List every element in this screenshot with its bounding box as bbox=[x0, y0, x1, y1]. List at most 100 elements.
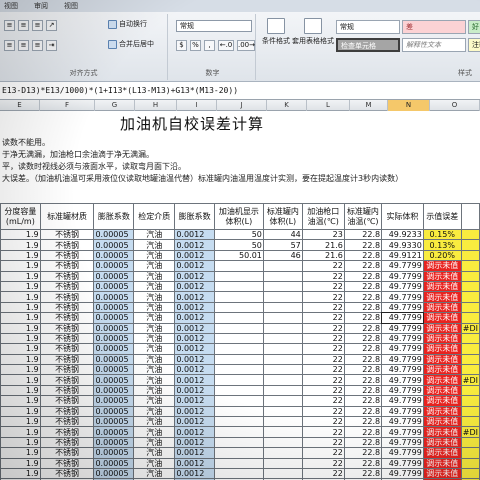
table-cell[interactable]: 46 bbox=[262, 249, 303, 262]
table-cell[interactable]: 调示未值 bbox=[422, 426, 462, 438]
table-cell[interactable]: 汽油 bbox=[133, 343, 176, 355]
table-cell[interactable]: 1.9 bbox=[0, 322, 41, 334]
table-cell[interactable] bbox=[262, 395, 303, 407]
table-cell[interactable]: 不锈钢 bbox=[39, 322, 95, 334]
table-cell[interactable] bbox=[262, 384, 303, 397]
table-cell[interactable]: 0.00005 bbox=[93, 312, 135, 324]
table-cell[interactable]: 50.01 bbox=[213, 249, 264, 262]
column-header-k[interactable]: K bbox=[267, 100, 307, 111]
table-cell[interactable]: 0.00005 bbox=[93, 270, 135, 282]
table-cell[interactable] bbox=[262, 291, 303, 303]
table-cell[interactable]: 49.7799 bbox=[381, 405, 424, 418]
table-cell[interactable]: 调示未值 bbox=[422, 332, 462, 345]
table-cell[interactable]: 不锈钢 bbox=[39, 467, 95, 480]
table-cell[interactable]: 22 bbox=[301, 322, 345, 334]
table-cell[interactable]: 汽油 bbox=[133, 260, 176, 272]
table-cell[interactable]: 1.9 bbox=[0, 228, 41, 241]
table-cell[interactable]: 调示未值 bbox=[422, 291, 462, 303]
currency-icon[interactable]: $ bbox=[176, 40, 187, 51]
table-cell[interactable]: 22 bbox=[301, 291, 345, 303]
table-cell[interactable]: 0.0012 bbox=[174, 447, 215, 459]
table-cell[interactable]: 22.8 bbox=[343, 260, 383, 272]
table-cell[interactable]: 汽油 bbox=[133, 436, 176, 449]
column-header-cell[interactable]: 示值误差 bbox=[422, 203, 462, 230]
table-cell[interactable] bbox=[460, 249, 480, 262]
table-cell[interactable] bbox=[262, 457, 303, 470]
table-cell[interactable]: 1.9 bbox=[0, 364, 41, 376]
table-cell[interactable]: 0.0012 bbox=[174, 374, 215, 386]
table-cell[interactable]: 22.8 bbox=[343, 301, 383, 314]
table-cell[interactable]: 0.00005 bbox=[93, 291, 135, 303]
table-cell[interactable]: 49.7799 bbox=[381, 416, 424, 428]
table-cell[interactable]: 调示未值 bbox=[422, 457, 462, 470]
table-cell[interactable] bbox=[460, 416, 480, 428]
table-cell[interactable]: 22 bbox=[301, 270, 345, 282]
column-header-l[interactable]: L bbox=[307, 100, 350, 111]
table-cell[interactable]: 调示未值 bbox=[422, 395, 462, 407]
table-format-button[interactable]: 套用表格格式 bbox=[292, 18, 334, 46]
table-cell[interactable]: 不锈钢 bbox=[39, 228, 95, 241]
column-header-o[interactable]: O bbox=[430, 100, 480, 111]
table-cell[interactable]: 22.8 bbox=[343, 270, 383, 282]
table-cell[interactable]: 49.7799 bbox=[381, 332, 424, 345]
column-header-i[interactable]: I bbox=[177, 100, 217, 111]
table-cell[interactable] bbox=[213, 301, 264, 314]
table-cell[interactable]: 49.7799 bbox=[381, 467, 424, 480]
table-cell[interactable]: 0.00005 bbox=[93, 447, 135, 459]
table-cell[interactable]: 汽油 bbox=[133, 332, 176, 345]
style-explanatory-text[interactable]: 解释性文本 bbox=[402, 38, 466, 52]
table-cell[interactable]: 不锈钢 bbox=[39, 260, 95, 272]
table-cell[interactable] bbox=[213, 447, 264, 459]
menu-view[interactable]: 视图 bbox=[4, 1, 18, 11]
wrap-text-button[interactable]: 自动换行 bbox=[108, 19, 147, 29]
table-cell[interactable]: 调示未值 bbox=[422, 301, 462, 314]
column-header-cell[interactable]: 标准罐内体积(L) bbox=[262, 203, 303, 230]
table-cell[interactable]: 汽油 bbox=[133, 426, 176, 438]
table-cell[interactable]: 22 bbox=[301, 343, 345, 355]
table-cell[interactable]: 22.8 bbox=[343, 447, 383, 459]
table-cell[interactable]: 调示未值 bbox=[422, 260, 462, 272]
table-cell[interactable]: 1.9 bbox=[0, 332, 41, 345]
column-header-cell[interactable]: 加油枪口油温(℃) bbox=[301, 203, 345, 230]
table-cell[interactable]: 0.0012 bbox=[174, 405, 215, 418]
table-cell[interactable]: 调示未值 bbox=[422, 353, 462, 366]
table-cell[interactable]: 0.13% bbox=[422, 239, 462, 251]
table-cell[interactable] bbox=[262, 405, 303, 418]
column-header-cell[interactable]: 加油机显示体积(L) bbox=[213, 203, 264, 230]
table-cell[interactable]: 不锈钢 bbox=[39, 364, 95, 376]
indent-icon[interactable]: ⇥ bbox=[46, 40, 57, 51]
comma-button[interactable]: , bbox=[204, 40, 215, 51]
align-right-icon[interactable]: ≡ bbox=[32, 40, 43, 51]
table-cell[interactable]: 22.8 bbox=[343, 312, 383, 324]
table-cell[interactable] bbox=[262, 280, 303, 293]
worksheet[interactable]: 加油机自校误差计算 读数不能用。 于净无满漏，加油枪口余油滴于净无满漏。 平，读… bbox=[0, 111, 480, 480]
table-cell[interactable]: 1.9 bbox=[0, 447, 41, 459]
table-cell[interactable]: 0.0012 bbox=[174, 312, 215, 324]
table-cell[interactable]: 22 bbox=[301, 353, 345, 366]
table-cell[interactable]: 汽油 bbox=[133, 457, 176, 470]
table-cell[interactable]: 49.7799 bbox=[381, 384, 424, 397]
menu-view2[interactable]: 视图 bbox=[64, 1, 78, 11]
table-cell[interactable]: 汽油 bbox=[133, 384, 176, 397]
table-cell[interactable]: 0.0012 bbox=[174, 426, 215, 438]
table-cell[interactable] bbox=[262, 332, 303, 345]
table-cell[interactable]: 22.8 bbox=[343, 291, 383, 303]
table-cell[interactable]: 0.15% bbox=[422, 228, 462, 241]
table-cell[interactable]: 汽油 bbox=[133, 467, 176, 480]
table-cell[interactable]: 汽油 bbox=[133, 374, 176, 386]
table-cell[interactable]: 22 bbox=[301, 312, 345, 324]
table-cell[interactable]: 57 bbox=[262, 239, 303, 251]
table-cell[interactable]: 22.8 bbox=[343, 249, 383, 262]
table-cell[interactable] bbox=[460, 228, 480, 241]
table-cell[interactable]: 49.7799 bbox=[381, 270, 424, 282]
table-cell[interactable]: 0.0012 bbox=[174, 228, 215, 241]
table-cell[interactable] bbox=[213, 405, 264, 418]
column-header-j[interactable]: J bbox=[217, 100, 267, 111]
table-cell[interactable] bbox=[213, 374, 264, 386]
table-cell[interactable] bbox=[460, 353, 480, 366]
table-cell[interactable] bbox=[460, 405, 480, 418]
table-cell[interactable] bbox=[262, 436, 303, 449]
table-cell[interactable] bbox=[460, 447, 480, 459]
table-cell[interactable]: 调示未值 bbox=[422, 467, 462, 480]
style-check-cell[interactable]: 检查单元格 bbox=[336, 38, 400, 52]
